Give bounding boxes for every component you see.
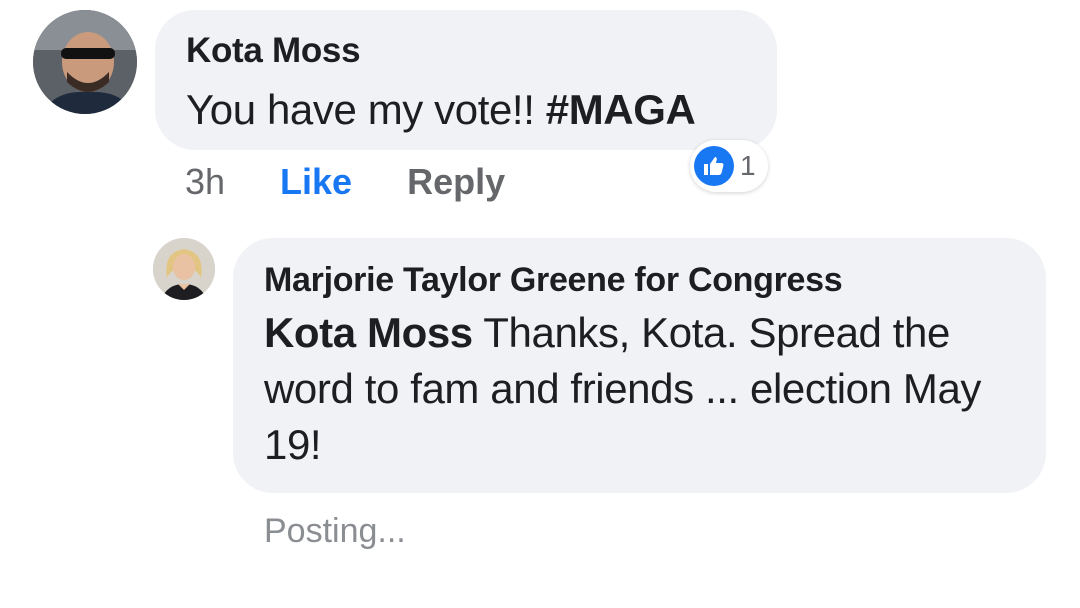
- mention-link[interactable]: Kota Moss: [264, 309, 473, 356]
- like-button[interactable]: Like: [280, 161, 352, 203]
- reply-button[interactable]: Reply: [407, 161, 505, 203]
- thumbs-up-icon: [694, 146, 734, 186]
- profile-photo: [33, 10, 137, 114]
- comment-timestamp[interactable]: 3h: [185, 161, 225, 203]
- comment-body: You have my vote!!: [186, 86, 546, 133]
- comment-thread: Kota Moss You have my vote!! #MAGA 1 3h …: [0, 0, 1080, 608]
- comment-bubble: Kota Moss You have my vote!! #MAGA: [155, 10, 777, 150]
- reaction-count: 1: [740, 150, 756, 181]
- comment-text: You have my vote!! #MAGA: [186, 82, 747, 138]
- profile-photo: [153, 238, 215, 300]
- avatar[interactable]: [33, 10, 137, 114]
- reply-avatar[interactable]: [153, 238, 215, 300]
- reply-text: Kota Moss Thanks, Kota. Spread the word …: [264, 305, 1018, 473]
- posting-status: Posting...: [264, 512, 406, 550]
- comment-actions: 3h Like Reply: [185, 158, 505, 206]
- comment-author[interactable]: Kota Moss: [186, 30, 747, 72]
- reaction-summary[interactable]: 1: [690, 140, 768, 192]
- hashtag-link[interactable]: #MAGA: [546, 86, 696, 133]
- reply-bubble: Marjorie Taylor Greene for Congress Kota…: [233, 238, 1046, 493]
- reply-author[interactable]: Marjorie Taylor Greene for Congress: [264, 260, 1018, 300]
